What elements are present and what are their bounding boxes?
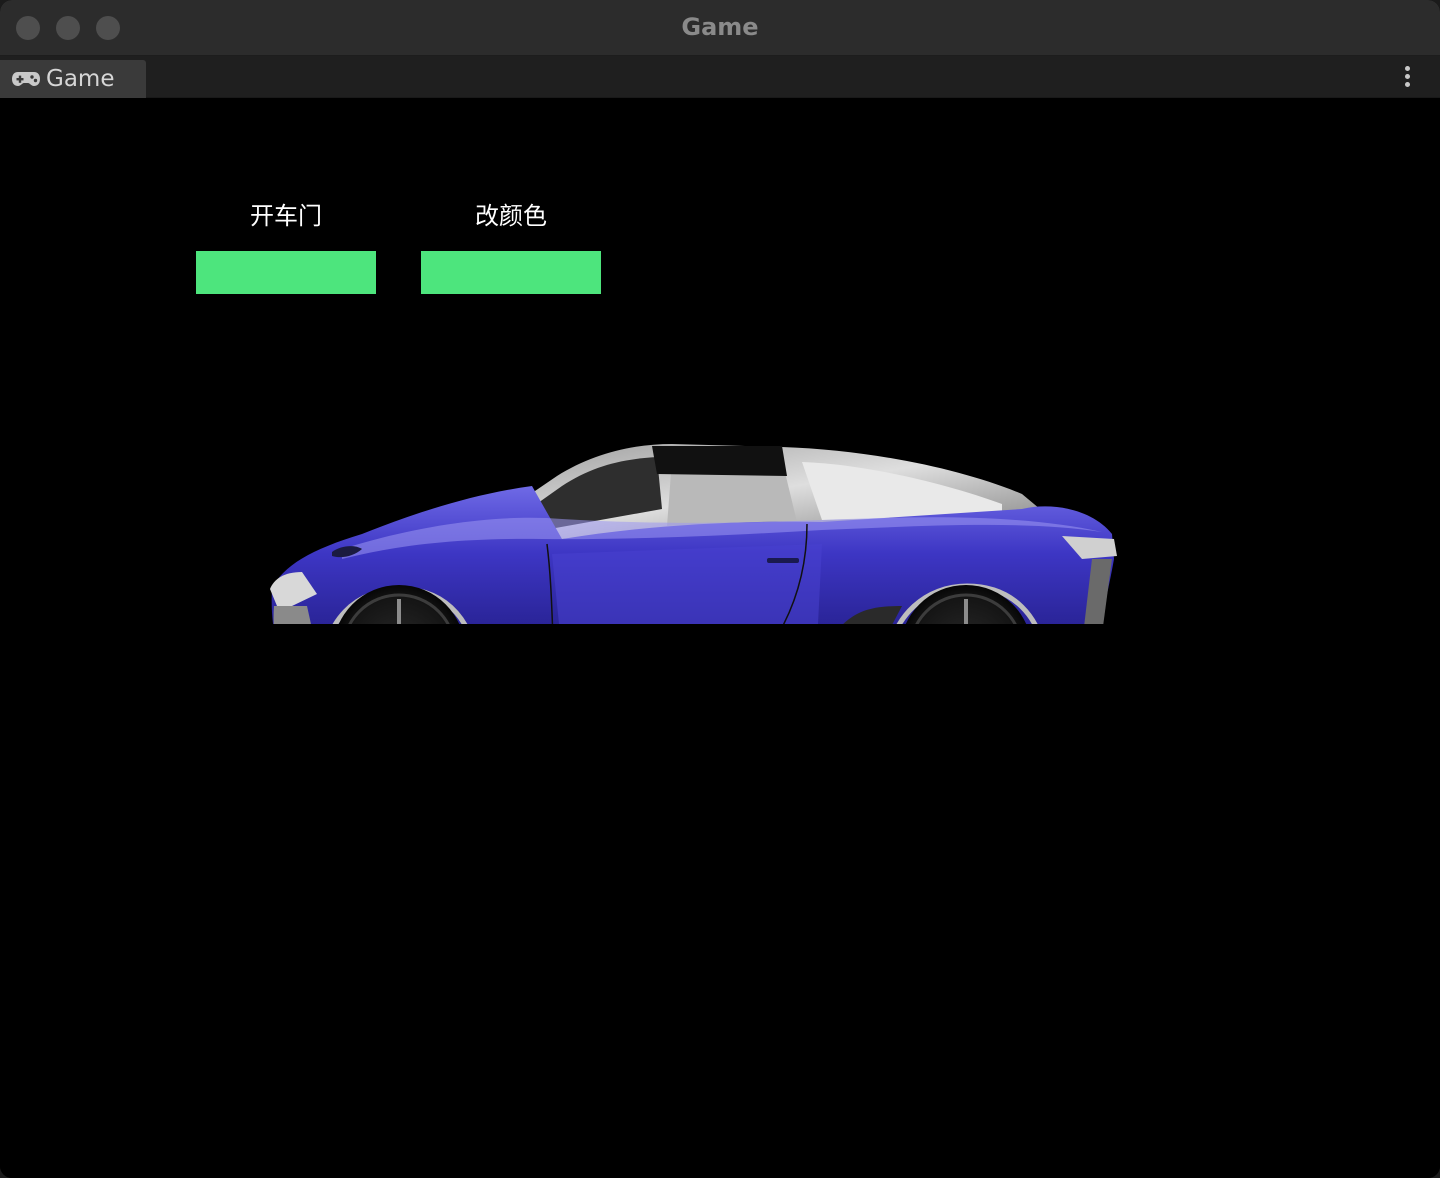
change-color-label: 改颜色 bbox=[475, 202, 547, 230]
car-model bbox=[270, 444, 1117, 624]
vertical-ellipsis-icon bbox=[1405, 66, 1410, 71]
game-window: Game Game 开车门 改颜色 bbox=[0, 0, 1440, 1178]
window-title: Game bbox=[681, 13, 759, 41]
open-door-label: 开车门 bbox=[250, 202, 322, 230]
gamepad-icon bbox=[11, 71, 41, 91]
change-color-button[interactable] bbox=[421, 251, 601, 294]
tab-label: Game bbox=[46, 66, 115, 92]
tab-bar: Game bbox=[0, 56, 1440, 98]
open-door-button[interactable] bbox=[196, 251, 376, 294]
title-bar: Game bbox=[0, 0, 1440, 56]
more-options-button[interactable] bbox=[1398, 64, 1418, 90]
tab-game[interactable]: Game bbox=[0, 60, 146, 98]
game-viewport[interactable]: 开车门 改颜色 bbox=[0, 98, 1440, 1178]
